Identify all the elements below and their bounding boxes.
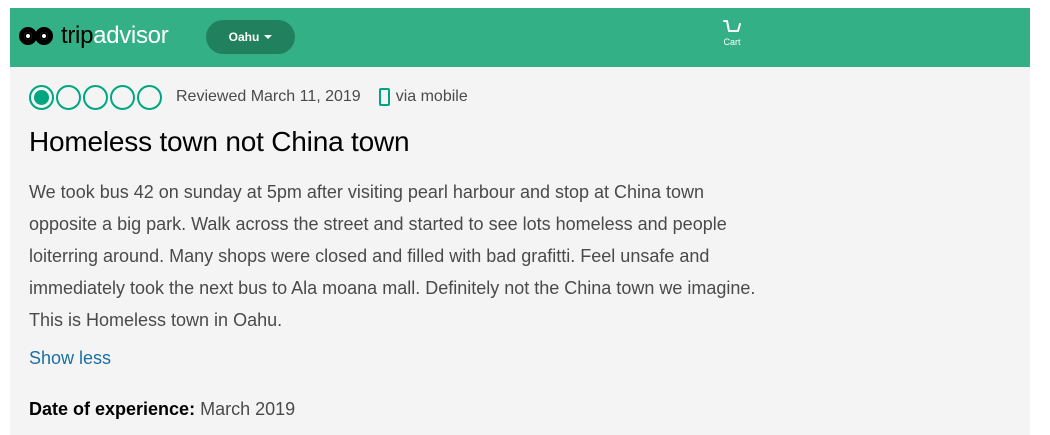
rating-bubble-icon bbox=[56, 84, 81, 110]
review-body-line: We took bus 42 on sunday at 5pm after vi… bbox=[29, 182, 705, 202]
rating-bubbles bbox=[29, 84, 162, 110]
experience-label: Date of experience: bbox=[29, 399, 196, 419]
review-meta-row: Reviewed March 11, 2019 via mobile bbox=[29, 84, 468, 110]
review-body-line: loiterring around. Many shops were close… bbox=[29, 246, 710, 266]
top-navigation-bar: tripadvisor Oahu Cart bbox=[10, 8, 1030, 67]
review-title: Homeless town not China town bbox=[29, 126, 410, 157]
cart-button[interactable]: Cart bbox=[717, 20, 747, 56]
review-page: tripadvisor Oahu Cart Reviewed March 11,… bbox=[10, 8, 1030, 435]
show-less-link[interactable]: Show less bbox=[29, 348, 111, 369]
tripadvisor-logo[interactable]: tripadvisor bbox=[19, 20, 169, 52]
date-of-experience: Date of experience: March 2019 bbox=[29, 399, 295, 420]
review-body-line: immediately took the next bus to Ala moa… bbox=[29, 278, 756, 298]
review-body: We took bus 42 on sunday at 5pm after vi… bbox=[29, 176, 1029, 336]
rating-bubble-icon bbox=[137, 84, 162, 110]
experience-value: March 2019 bbox=[200, 399, 296, 419]
region-selector-button[interactable]: Oahu bbox=[206, 20, 295, 54]
rating-bubble-icon bbox=[83, 84, 108, 110]
chevron-down-icon bbox=[264, 35, 273, 39]
rating-bubble-icon bbox=[110, 84, 135, 110]
brand-name: tripadvisor bbox=[61, 22, 169, 49]
review-body-line: opposite a big park. Walk across the str… bbox=[29, 214, 727, 234]
review-source: via mobile bbox=[395, 88, 468, 105]
rating-bubble-icon bbox=[29, 84, 54, 110]
cart-label: Cart bbox=[723, 37, 741, 47]
region-label: Oahu bbox=[228, 30, 260, 44]
owl-logo-icon bbox=[19, 25, 61, 47]
cart-icon bbox=[723, 20, 741, 32]
mobile-phone-icon bbox=[378, 88, 390, 106]
review-date: Reviewed March 11, 2019 bbox=[176, 88, 361, 105]
review-body-line: This is Homeless town in Oahu. bbox=[29, 310, 283, 330]
